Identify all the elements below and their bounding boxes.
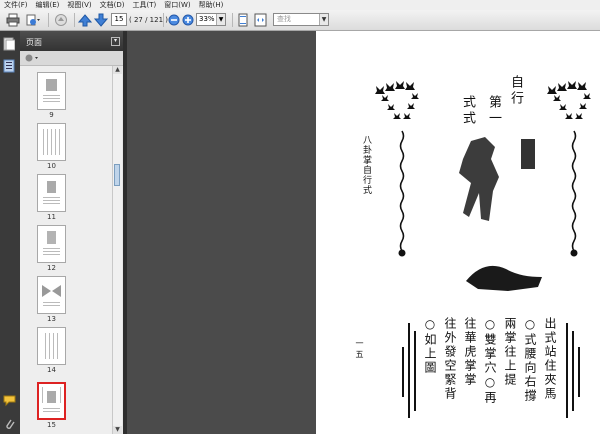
page-thumbnail-9[interactable] xyxy=(37,72,66,110)
text-column-3: 兩掌往上提 xyxy=(503,317,517,387)
panel-options-icon[interactable]: ▾ xyxy=(111,37,120,46)
text-column-1: 出式站住夾馬 xyxy=(543,317,557,401)
page-thumbnail-14[interactable] xyxy=(37,327,66,365)
comments-icon[interactable] xyxy=(3,395,17,410)
toolbar: 15 ( 27 / 121 ) 33% ▼ 查找 ▼ xyxy=(0,10,600,31)
page-mark: 一五 xyxy=(355,339,364,361)
menu-edit[interactable]: 编辑(E) xyxy=(32,0,64,10)
page-number-input[interactable]: 15 xyxy=(111,13,127,26)
previous-page-icon[interactable] xyxy=(78,13,92,27)
print-icon[interactable] xyxy=(6,13,20,27)
page-thumbnail-label: 15 xyxy=(47,421,56,429)
document-page: 自行 第一 式式 八卦掌自行式 一五 出式站住夾馬 ○式腰向右撐 兩掌往上提 ○… xyxy=(316,31,600,434)
page-thumbnail-10[interactable] xyxy=(37,123,66,161)
search-placeholder: 查找 xyxy=(277,15,291,23)
panel-tools xyxy=(20,51,123,66)
pages-panel-icon[interactable] xyxy=(3,37,16,54)
title-text-1: 自行 xyxy=(508,75,523,107)
pages-panel: 页面 ▾ 9 10 11 12 13 14 15 ▲ ▼ xyxy=(20,31,123,434)
menu-tools[interactable]: 工具(T) xyxy=(129,0,161,10)
page-thumbnail-11[interactable] xyxy=(37,174,66,212)
search-input[interactable]: 查找 ▼ xyxy=(273,13,329,26)
thumbnail-list: 9 10 11 12 13 14 15 xyxy=(20,66,112,434)
panel-title: 页面 xyxy=(26,38,42,47)
page-thumbnail-label: 9 xyxy=(49,111,54,119)
page-thumbnail-label: 12 xyxy=(47,264,56,272)
text-column-7: ○如上圖 xyxy=(423,317,437,375)
scroll-down-icon[interactable]: ▼ xyxy=(113,426,122,434)
page-thumbnail-label: 11 xyxy=(47,213,56,221)
menu-document[interactable]: 文档(D) xyxy=(96,0,129,10)
page-thumbnail-13[interactable] xyxy=(37,276,66,314)
chevron-down-icon[interactable]: ▼ xyxy=(319,14,328,25)
text-column-4: ○雙掌穴○再 xyxy=(483,317,497,405)
bookmarks-icon[interactable] xyxy=(3,59,15,76)
panel-header: 页面 ▾ xyxy=(20,31,123,51)
text-column-2: ○式腰向右撐 xyxy=(523,317,537,403)
side-label: 八卦掌自行式 xyxy=(361,135,371,195)
thumbnail-scrollbar[interactable]: ▲ ▼ xyxy=(112,66,122,434)
page-thumbnail-label: 14 xyxy=(47,366,56,374)
menu-help[interactable]: 帮助(H) xyxy=(195,0,228,10)
menu-file[interactable]: 文件(F) xyxy=(0,0,32,10)
title-text-2: 第一 xyxy=(486,95,501,127)
scroll-up-icon[interactable]: ▲ xyxy=(113,66,122,74)
menu-view[interactable]: 视图(V) xyxy=(63,0,95,10)
fit-width-icon[interactable] xyxy=(254,13,267,27)
menu-window[interactable]: 窗口(W) xyxy=(160,0,194,10)
page-thumbnail-label: 10 xyxy=(47,162,56,170)
chevron-down-icon[interactable]: ▼ xyxy=(216,14,225,25)
fit-page-icon[interactable] xyxy=(237,13,249,27)
document-workspace xyxy=(127,31,316,434)
title-text-3: 式式 xyxy=(460,95,475,127)
attachments-icon[interactable] xyxy=(3,417,15,434)
navigation-rail xyxy=(0,31,21,434)
text-column-6: 往外發空緊背 xyxy=(443,317,457,401)
zoom-select[interactable]: 33% ▼ xyxy=(196,13,226,26)
share-icon[interactable] xyxy=(25,13,43,27)
next-page-icon[interactable] xyxy=(94,13,108,27)
page-thumbnail-label: 13 xyxy=(47,315,56,323)
options-menu-icon[interactable] xyxy=(24,53,40,66)
page-thumbnail-15[interactable] xyxy=(37,382,66,420)
zoom-out-icon[interactable] xyxy=(168,13,180,27)
zoom-value: 33% xyxy=(199,15,215,23)
hand-tool-icon[interactable] xyxy=(53,13,69,27)
scrollbar-thumb[interactable] xyxy=(114,164,120,186)
text-column-5: 往華虎掌掌 xyxy=(463,317,477,387)
zoom-in-icon[interactable] xyxy=(182,13,194,27)
page-thumbnail-12[interactable] xyxy=(37,225,66,263)
